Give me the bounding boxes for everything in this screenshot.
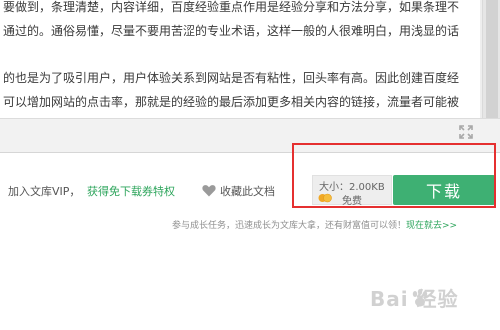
vertical-scrollbar[interactable] — [482, 0, 500, 118]
heart-icon — [202, 185, 216, 197]
expand-arrows-icon[interactable] — [458, 124, 474, 140]
vip-label: 加入文库VIP， — [8, 185, 81, 198]
vip-privilege-link[interactable]: 获得免下载券特权 — [87, 183, 175, 199]
growth-task-text: 参与成长任务，迅速成长为文库大拿，还有财富值可以领！ — [172, 221, 407, 231]
go-now-link[interactable]: 现在就去>> — [406, 221, 457, 231]
document-page: 要做到，条理清楚，内容详细，百度经验重点作用是经验分享和方法分享，如果条理不 通… — [0, 0, 480, 118]
highlight-annotation — [292, 143, 496, 208]
document-text-line: 要做到，条理清楚，内容详细，百度经验重点作用是经验分享和方法分享，如果条理不 — [3, 0, 460, 14]
baidu-jingyan-watermark: Bai 经验 — [370, 283, 490, 313]
document-text-line: 的也是为了吸引用户，用户体验关系到网站是否有粘性，回头率有高。因此创建百度经 — [3, 71, 460, 85]
document-text-line: 可以增加网站的点击率，那就是的经验的最后添加更多相关内容的链接，流量者可能被 — [3, 95, 460, 109]
document-viewer: 要做到，条理清楚，内容详细，百度经验重点作用是经验分享和方法分享，如果条理不 通… — [0, 0, 500, 118]
document-text-line: 通过的。通俗易懂，尽量不要用苦涩的专业术语，这样一般的人很难明白，用浅显的话 — [3, 24, 460, 38]
growth-task-notice: 参与成长任务，迅速成长为文库大拿，还有财富值可以领！现在就去>> — [172, 218, 457, 231]
baidu-paw-icon — [412, 289, 428, 307]
favorite-label: 收藏此文档 — [220, 185, 275, 198]
scrollbar-thumb[interactable] — [486, 0, 498, 118]
